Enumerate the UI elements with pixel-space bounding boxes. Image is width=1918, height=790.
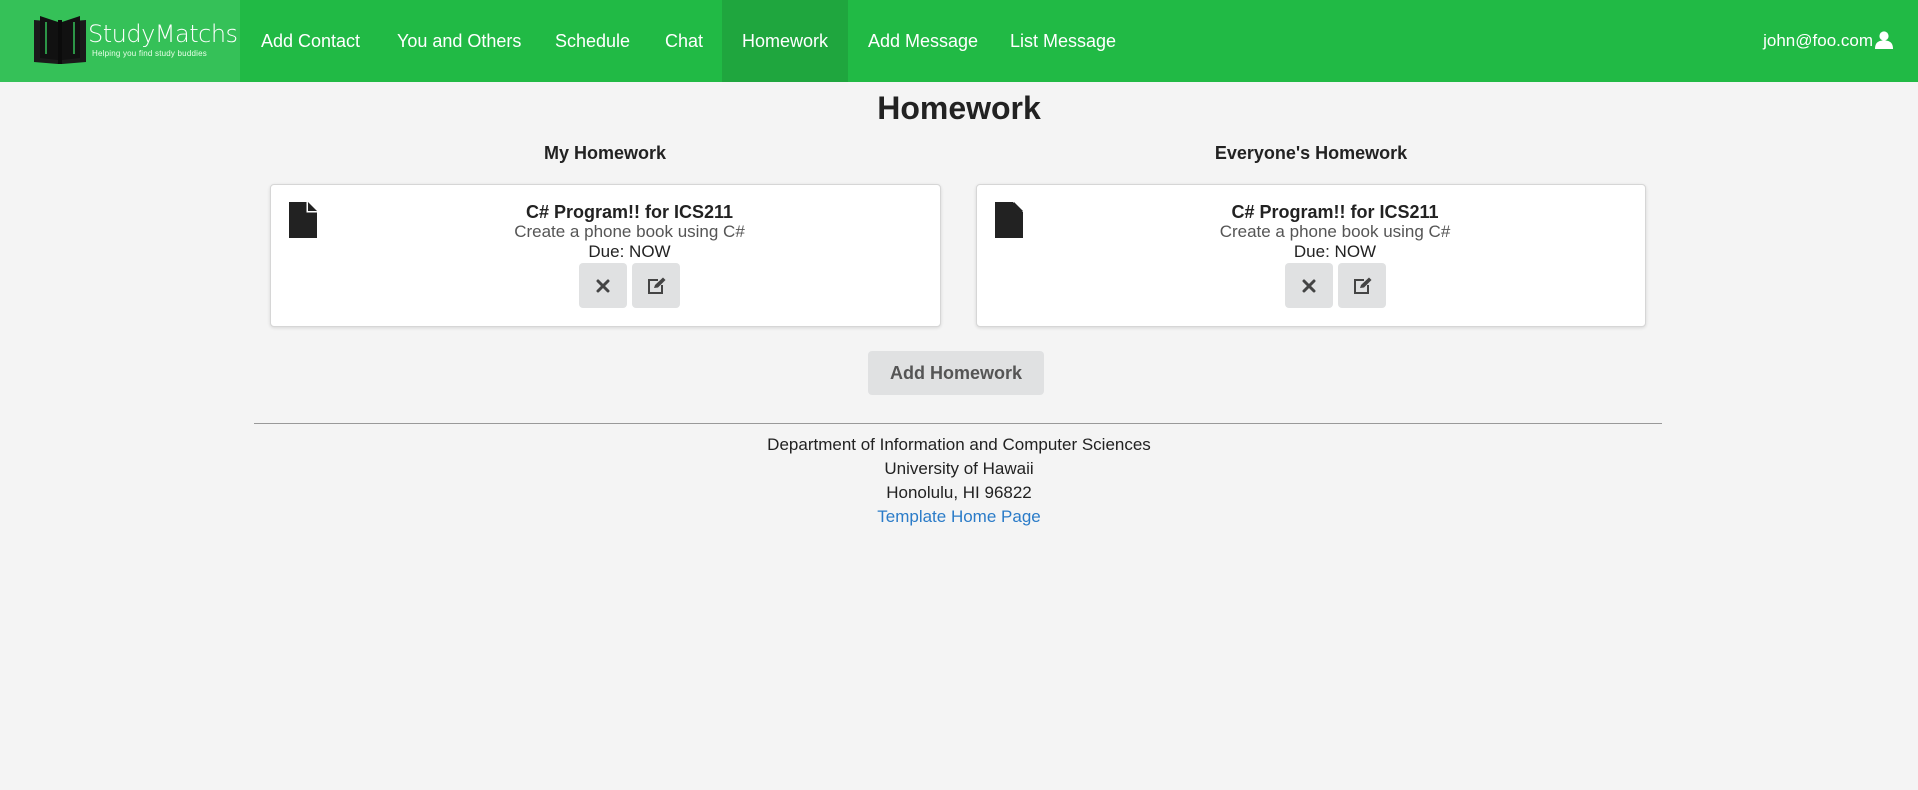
nav-add-contact[interactable]: Add Contact: [241, 0, 380, 82]
brand-logo[interactable]: StudyMatchs Helping you find study buddi…: [0, 0, 240, 82]
delete-icon: [596, 279, 610, 292]
homework-title: C# Program!! for ICS211: [1231, 202, 1439, 222]
everyone-homework-body: C# Program!! for ICS211 Create a phone b…: [977, 202, 1693, 308]
edit-button[interactable]: [1337, 263, 1386, 308]
template-home-link[interactable]: Template Home Page: [877, 507, 1040, 526]
page-title: Homework: [877, 90, 1041, 126]
my-homework-card: C# Program!! for ICS211 Create a phone b…: [270, 184, 941, 327]
homework-description: Create a phone book using C#: [1219, 222, 1451, 241]
everyone-homework-heading: Everyone's Homework: [1214, 143, 1408, 163]
my-homework-heading: My Homework: [543, 143, 667, 163]
homework-actions: [271, 263, 988, 308]
footer: Department of Information and Computer S…: [0, 433, 1918, 529]
add-homework-button[interactable]: Add Homework: [868, 351, 1044, 395]
edit-icon: [648, 277, 666, 294]
nav-list-message[interactable]: List Message: [990, 0, 1136, 82]
edit-button[interactable]: [632, 263, 680, 308]
homework-actions: [977, 263, 1693, 308]
nav-add-message[interactable]: Add Message: [848, 0, 998, 82]
user-menu[interactable]: john@foo.com: [1763, 0, 1894, 82]
footer-address: Honolulu, HI 96822: [886, 483, 1032, 502]
delete-button[interactable]: [1284, 263, 1333, 308]
delete-button[interactable]: [579, 263, 627, 308]
homework-due: Due: NOW: [1293, 242, 1377, 261]
top-navbar: StudyMatchs Helping you find study buddi…: [0, 0, 1918, 82]
footer-divider: [254, 423, 1662, 424]
nav-homework[interactable]: Homework: [722, 0, 848, 82]
homework-description: Create a phone book using C#: [514, 222, 745, 241]
homework-title: C# Program!! for ICS211: [525, 202, 734, 222]
footer-department: Department of Information and Computer S…: [767, 435, 1151, 454]
my-homework-body: C# Program!! for ICS211 Create a phone b…: [271, 202, 988, 308]
user-email: john@foo.com: [1763, 31, 1873, 50]
footer-university: University of Hawaii: [884, 459, 1034, 478]
delete-icon: [1302, 279, 1315, 292]
book-logo-icon: [34, 16, 86, 64]
brand-name: StudyMatchs: [88, 20, 238, 48]
brand-tagline: Helping you find study buddies: [92, 49, 207, 58]
edit-icon: [1353, 277, 1371, 294]
user-icon: [1875, 31, 1893, 49]
homework-due: Due: NOW: [588, 242, 671, 261]
nav-you-and-others[interactable]: You and Others: [377, 0, 541, 82]
everyone-homework-card: C# Program!! for ICS211 Create a phone b…: [976, 184, 1646, 327]
nav-chat[interactable]: Chat: [645, 0, 723, 82]
nav-schedule[interactable]: Schedule: [535, 0, 650, 82]
